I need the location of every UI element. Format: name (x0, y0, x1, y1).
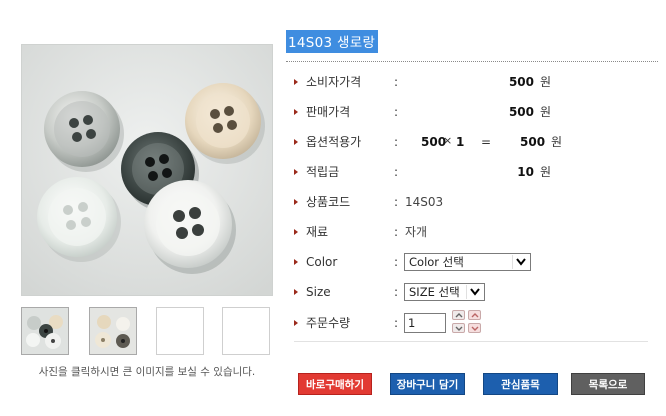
back-to-list-button[interactable]: 목록으로 (571, 373, 645, 395)
bullet-icon (294, 109, 298, 115)
quantity-down-button[interactable] (452, 323, 465, 333)
arrow-down-icon (471, 326, 479, 331)
color-select-value: Color 선택 (409, 255, 464, 269)
chevron-down-icon (512, 255, 529, 269)
size-select[interactable]: SIZE 선택 (404, 283, 485, 301)
quantity-input[interactable]: 1 (404, 313, 446, 333)
info-divider (294, 341, 648, 342)
colon: : (394, 285, 399, 299)
product-code-label: 상품코드 (306, 195, 351, 209)
row-color: Color : Color 선택 (294, 252, 654, 272)
consumer-price-value: 500 (508, 75, 534, 89)
arrow-down-icon (455, 326, 463, 331)
product-code-value: 14S03 (405, 195, 444, 209)
option-price-label: 옵션적용가 (306, 135, 362, 149)
color-select[interactable]: Color 선택 (404, 253, 531, 271)
quantity-up-button[interactable] (452, 310, 465, 320)
option-price-unit: 원 (551, 135, 563, 149)
material-value: 자개 (405, 225, 428, 239)
thumbnail-2[interactable] (89, 307, 137, 355)
row-quantity: 주문수량 : 1 (294, 310, 654, 333)
size-label: Size (306, 285, 331, 299)
sale-price-label: 판매가격 (306, 105, 351, 119)
points-unit: 원 (540, 165, 552, 179)
bullet-icon (294, 229, 298, 235)
thumbnail-strip (21, 307, 273, 357)
bullet-icon (294, 139, 298, 145)
row-product-code: 상품코드 : 14S03 (294, 192, 654, 212)
bullet-icon (294, 79, 298, 85)
colon: : (394, 165, 399, 179)
colon: : (394, 105, 399, 119)
colon: : (394, 225, 399, 239)
quantity-down-alt-button[interactable] (468, 323, 481, 333)
bullet-icon (294, 169, 298, 175)
buttons-photo (22, 45, 272, 295)
title-divider (286, 61, 658, 62)
main-product-image[interactable] (21, 44, 273, 296)
thumbnail-1[interactable] (21, 307, 69, 355)
thumbnail-4[interactable] (222, 307, 270, 355)
thumbnail-2-image (90, 308, 136, 354)
colon: : (394, 195, 399, 209)
colon: : (394, 135, 399, 149)
sale-price-value: 500 (508, 105, 534, 119)
row-sale-price: 판매가격 : 500 원 (294, 102, 654, 122)
thumbnail-1-image (22, 308, 68, 354)
wishlist-button[interactable]: 관심품목 (483, 373, 558, 395)
arrow-up-icon (471, 313, 479, 318)
row-size: Size : SIZE 선택 (294, 282, 654, 302)
color-label: Color (306, 255, 338, 269)
row-consumer-price: 소비자가격 : 500 원 (294, 72, 654, 92)
quantity-label: 주문수량 (306, 316, 351, 330)
buy-now-button[interactable]: 바로구매하기 (298, 373, 372, 395)
sale-price-unit: 원 (540, 105, 552, 119)
colon: : (394, 316, 399, 330)
bullet-icon (294, 199, 298, 205)
row-material: 재료 : 자개 (294, 222, 654, 242)
bullet-icon (294, 320, 298, 326)
points-label: 적립금 (306, 165, 340, 179)
option-multiplier: 1 (456, 135, 465, 149)
option-price-value: 500 (520, 135, 546, 149)
image-hint-text: 사진을 클릭하시면 큰 이미지를 보실 수 있습니다. (38, 366, 256, 378)
row-points: 적립금 : 10 원 (294, 162, 654, 182)
consumer-price-label: 소비자가격 (306, 75, 362, 89)
arrow-up-icon (455, 313, 463, 318)
row-option-price: 옵션적용가 : 500 × 1 = 500 원 (294, 132, 654, 152)
chevron-down-icon (466, 285, 483, 299)
product-title: 14S03 생로랑 (286, 30, 379, 53)
add-to-cart-button[interactable]: 장바구니 담기 (390, 373, 465, 395)
size-select-value: SIZE 선택 (409, 285, 460, 299)
quantity-up-alt-button[interactable] (468, 310, 481, 320)
material-label: 재료 (306, 225, 329, 239)
points-value: 10 (517, 165, 534, 179)
multiply-sign: × (443, 134, 453, 147)
colon: : (394, 75, 399, 89)
bullet-icon (294, 259, 298, 265)
colon: : (394, 255, 399, 269)
bullet-icon (294, 289, 298, 295)
thumbnail-3[interactable] (156, 307, 204, 355)
title-wrap: 14S03 생로랑 (286, 30, 379, 53)
consumer-price-unit: 원 (540, 75, 552, 89)
equals-sign: = (481, 135, 492, 149)
